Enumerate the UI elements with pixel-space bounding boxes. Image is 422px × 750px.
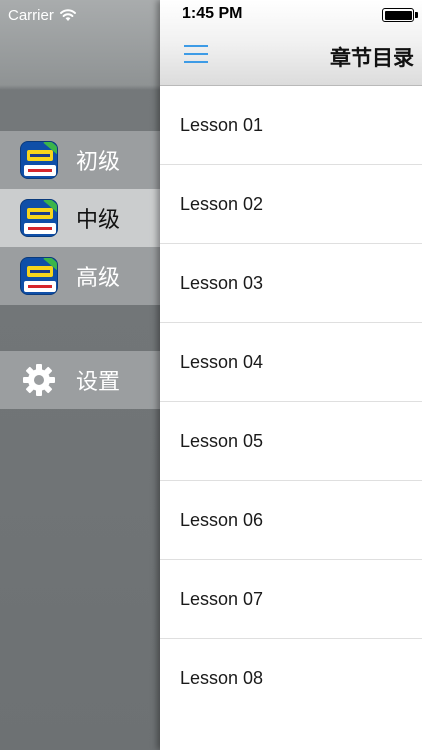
menu-item-advanced[interactable]: 高级 — [0, 247, 160, 305]
lesson-row-05[interactable]: Lesson 05 — [160, 402, 422, 481]
app-logo-icon — [20, 257, 58, 295]
lesson-row-03[interactable]: Lesson 03 — [160, 244, 422, 323]
wifi-icon — [59, 9, 76, 21]
hamburger-menu-icon[interactable] — [184, 44, 210, 64]
status-bar: 1:45 PM — [160, 0, 422, 28]
app-logo-icon — [20, 199, 58, 237]
lesson-row-01[interactable]: Lesson 01 — [160, 86, 422, 165]
menu-item-label: 中级 — [76, 208, 121, 233]
lesson-row-08[interactable]: Lesson 08 — [160, 639, 422, 718]
menu-item-intermediate[interactable]: 中级 — [0, 189, 160, 247]
menu-item-settings[interactable]: 设置 — [0, 351, 160, 409]
status-time: 1:45 PM — [182, 5, 243, 22]
menu-item-label: 设置 — [76, 370, 121, 395]
status-bar-left: Carrier — [8, 5, 77, 25]
menu-item-beginner[interactable]: 初级 — [0, 131, 160, 189]
gear-icon — [23, 364, 55, 396]
page-title: 章节目录 — [330, 46, 414, 70]
carrier-label: Carrier — [8, 6, 54, 24]
battery-icon — [382, 8, 418, 22]
side-drawer: Carrier 初级 中级 高级 设置 — [0, 0, 160, 750]
lesson-row-07[interactable]: Lesson 07 — [160, 560, 422, 639]
lesson-list: Lesson 01 Lesson 02 Lesson 03 Lesson 04 … — [160, 86, 422, 718]
menu-item-label: 高级 — [76, 266, 121, 291]
lesson-row-04[interactable]: Lesson 04 — [160, 323, 422, 402]
level-menu: 初级 中级 高级 — [0, 131, 160, 305]
settings-menu: 设置 — [0, 351, 160, 409]
app-logo-icon — [20, 141, 58, 179]
lesson-row-02[interactable]: Lesson 02 — [160, 165, 422, 244]
navigation-bar: 1:45 PM 章节目录 — [160, 0, 422, 86]
menu-item-label: 初级 — [76, 150, 121, 175]
lesson-row-06[interactable]: Lesson 06 — [160, 481, 422, 560]
main-panel: 1:45 PM 章节目录 Lesson 01 Lesson 02 Lesson … — [160, 0, 422, 750]
